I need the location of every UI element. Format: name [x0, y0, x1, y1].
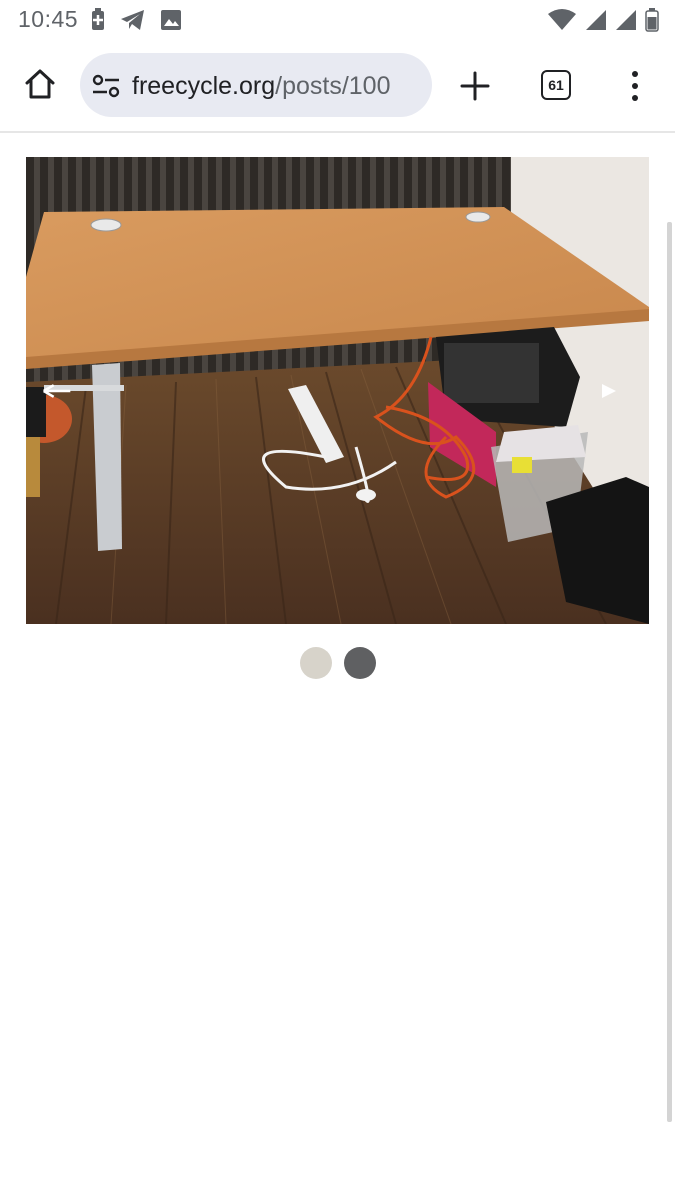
- signal-icon: [585, 9, 607, 36]
- status-time: 10:45: [18, 6, 79, 32]
- battery-saver-icon: [90, 8, 106, 37]
- url-domain: freecycle.org: [132, 72, 276, 100]
- toolbar-divider: [0, 131, 675, 133]
- url-text[interactable]: freecycle.org/posts/100: [132, 70, 420, 102]
- url-path: /posts/100: [275, 72, 391, 100]
- signal-icon: [615, 9, 637, 36]
- wifi-icon: [547, 8, 577, 37]
- address-bar[interactable]: freecycle.org/posts/100: [80, 53, 432, 117]
- site-settings-icon[interactable]: [92, 73, 120, 99]
- carousel-dot-2-active[interactable]: [343, 647, 376, 679]
- listing-photo[interactable]: [26, 157, 649, 624]
- battery-icon: [645, 8, 659, 37]
- arrow-left-icon: [43, 384, 71, 398]
- carousel-indicator: [0, 647, 675, 681]
- carousel-next-button[interactable]: [594, 379, 624, 403]
- status-notification-icons: [90, 8, 182, 37]
- carousel-prev-button[interactable]: [42, 379, 72, 403]
- play-right-icon: [602, 384, 616, 398]
- tab-switcher-button[interactable]: 61: [541, 70, 571, 100]
- new-tab-button[interactable]: [455, 66, 495, 106]
- status-bar: 10:45: [0, 0, 675, 40]
- status-system-icons: [547, 8, 659, 37]
- browser-toolbar: freecycle.org/posts/100 61: [0, 50, 675, 122]
- more-vert-icon[interactable]: [620, 66, 650, 106]
- home-icon: [25, 69, 55, 99]
- plus-icon: [460, 71, 490, 101]
- image-icon: [160, 9, 182, 36]
- home-button[interactable]: [20, 64, 60, 104]
- carousel-dot-1[interactable]: [299, 647, 332, 679]
- tab-count: 61: [548, 77, 564, 93]
- telegram-icon: [120, 9, 146, 36]
